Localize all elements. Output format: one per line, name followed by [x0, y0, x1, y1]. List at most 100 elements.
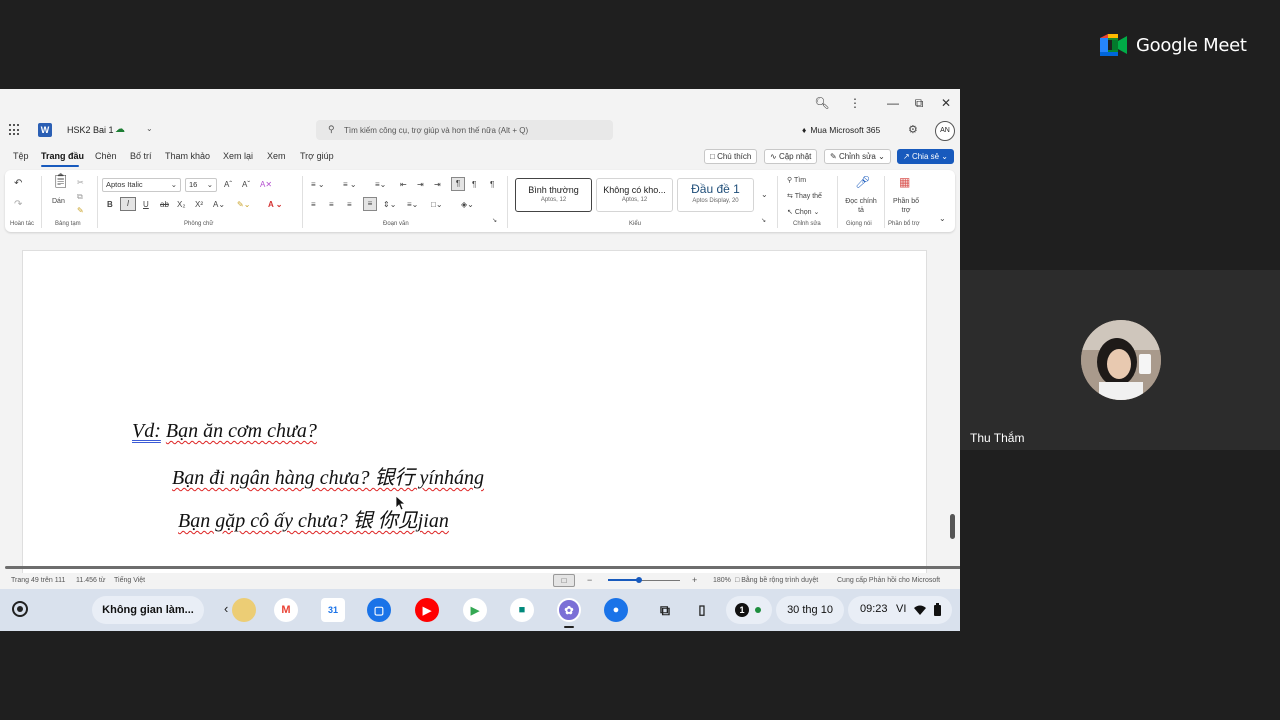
rtl-icon[interactable]: ¶	[472, 180, 476, 190]
format-painter-icon[interactable]: ✎	[77, 206, 84, 216]
desk-button[interactable]: Không gian làm...	[92, 596, 204, 624]
show-marks-icon[interactable]: ¶	[451, 177, 465, 191]
document-page[interactable]: Vd: Bạn ăn cơm chưa? Bạn đi ngân hàng ch…	[22, 250, 927, 580]
copy-icon[interactable]: ⧉	[77, 192, 83, 202]
tab-layout[interactable]: Bố trí	[130, 151, 152, 161]
style-normal[interactable]: Bình thường Aptos, 12	[515, 178, 592, 212]
meet-app-icon[interactable]: ■	[510, 598, 534, 622]
ribbon-collapse-icon[interactable]: ⌄	[939, 214, 946, 224]
align-center-icon[interactable]: ≡	[329, 200, 334, 210]
gear-icon[interactable]: ⚙	[908, 123, 918, 136]
buy-m365-button[interactable]: ♦ Mua Microsoft 365	[802, 125, 880, 135]
document-title[interactable]: HSK2 Bai 1	[67, 125, 114, 135]
tab-insert[interactable]: Chèn	[95, 151, 117, 161]
font-name-select[interactable]: Aptos Italic ⌄	[102, 178, 181, 192]
tab-home[interactable]: Trang đầu	[41, 151, 84, 161]
screen-capture-icon[interactable]: ⧉	[653, 598, 677, 622]
feedback-link[interactable]: Cung cấp Phản hồi cho Microsoft	[837, 577, 940, 584]
more-options-icon[interactable]: ⋮	[847, 95, 863, 111]
horizontal-scrollbar[interactable]	[5, 566, 960, 569]
tab-references[interactable]: Tham khảo	[165, 151, 210, 161]
search-input[interactable]	[344, 122, 604, 138]
minimize-icon[interactable]: —	[885, 95, 901, 111]
strikethrough-icon[interactable]: ab	[160, 200, 169, 210]
calendar-icon[interactable]: 31	[321, 598, 345, 622]
bold-icon[interactable]: B	[107, 200, 113, 210]
addins-icon[interactable]: ▦	[899, 176, 910, 188]
chrome-icon[interactable]	[232, 598, 256, 622]
subscript-icon[interactable]: X₂	[177, 200, 185, 210]
app-launcher-icon[interactable]	[9, 124, 21, 136]
gmail-icon[interactable]: M	[274, 598, 298, 622]
grow-font-icon[interactable]: Aˆ	[224, 180, 232, 190]
highlight-icon[interactable]: ✎⌄	[237, 200, 250, 210]
styles-launcher-icon[interactable]: ↘	[761, 216, 766, 226]
find-button[interactable]: ⚲ Tìm	[787, 176, 806, 186]
numbering-icon[interactable]: ≡ ⌄	[343, 180, 357, 190]
close-icon[interactable]: ✕	[938, 95, 954, 111]
zoom-in-icon[interactable]: +	[692, 575, 697, 585]
editing-mode-button[interactable]: ✎ Chỉnh sửa ⌄	[824, 149, 891, 164]
zoom-out-icon[interactable]: −	[587, 575, 592, 585]
files-icon[interactable]: ▢	[367, 598, 391, 622]
paragraph-launcher-icon[interactable]: ↘	[492, 216, 497, 226]
tab-help[interactable]: Trợ giúp	[300, 151, 334, 161]
underline-icon[interactable]: U	[143, 200, 149, 210]
fit-width-button[interactable]: □ Bằng bề rộng trình duyệt	[735, 577, 818, 584]
document-line-3[interactable]: Bạn gặp cô ấy chưa? 银 你见jian	[178, 504, 449, 533]
catchup-button[interactable]: ∿ Cập nhật	[764, 149, 818, 164]
account-avatar[interactable]: AN	[935, 121, 955, 141]
language-status[interactable]: Tiếng Việt	[114, 577, 145, 584]
superscript-icon[interactable]: X²	[195, 200, 203, 210]
justify-icon[interactable]: ≡	[363, 197, 377, 211]
tab-file[interactable]: Tệp	[13, 151, 29, 161]
dictate-label[interactable]: Đọc chính tả	[843, 197, 879, 215]
paragraph-spacing-icon[interactable]: ≡⌄	[407, 200, 418, 210]
bullets-icon[interactable]: ≡ ⌄	[311, 180, 325, 190]
launcher-icon[interactable]	[12, 601, 28, 617]
word-count[interactable]: 11.456 từ	[76, 577, 105, 584]
zoom-icon[interactable]: 🔍︎	[814, 95, 830, 111]
tab-view[interactable]: Xem	[267, 151, 286, 161]
microphone-icon[interactable]: 🎤︎	[855, 176, 870, 188]
styles-more-icon[interactable]: ⌄	[761, 190, 768, 200]
text-effects-icon[interactable]: A⌄	[213, 200, 225, 210]
vertical-scrollbar[interactable]	[950, 514, 955, 539]
select-button[interactable]: ↖ Chọn ⌄	[787, 208, 819, 218]
shading-icon[interactable]: ◈⌄	[461, 200, 474, 210]
undo-icon[interactable]: ↶	[14, 179, 22, 189]
search-box[interactable]: ⚲	[316, 120, 613, 140]
restore-icon[interactable]: ⧉	[911, 95, 927, 111]
paste-label[interactable]: Dán	[52, 197, 65, 207]
align-left-icon[interactable]: ≡	[311, 200, 316, 210]
redo-icon[interactable]: ↷	[14, 200, 22, 210]
font-size-select[interactable]: 16 ⌄	[185, 178, 217, 192]
zoom-level[interactable]: 180%	[713, 577, 731, 584]
decrease-indent-icon[interactable]: ⇤	[400, 180, 407, 190]
style-heading1[interactable]: Đầu đề 1 Aptos Display, 20	[677, 178, 754, 212]
youtube-icon[interactable]: ▶	[415, 598, 439, 622]
copilot-icon[interactable]: ✿	[557, 598, 581, 622]
document-line-1[interactable]: Vd: Bạn ăn cơm chưa?	[132, 420, 317, 443]
cut-icon[interactable]: ✂	[77, 178, 84, 188]
page-view-icon[interactable]: □	[553, 574, 575, 587]
ltr-icon[interactable]: ⇥	[434, 180, 441, 190]
italic-icon[interactable]: I	[120, 197, 136, 211]
phone-hub-icon[interactable]: ▯	[690, 598, 714, 622]
share-button[interactable]: ↗ Chia sẻ ⌄	[897, 149, 954, 164]
pilcrow-icon[interactable]: ¶	[490, 180, 494, 190]
notification-pill[interactable]: 1	[726, 596, 772, 624]
page-count[interactable]: Trang 49 trên 111	[11, 577, 65, 584]
style-no-spacing[interactable]: Không có kho... Aptos, 12	[596, 178, 673, 212]
tab-review[interactable]: Xem lại	[223, 151, 253, 161]
play-store-icon[interactable]: ▶	[463, 598, 487, 622]
date-button[interactable]: 30 thg 10	[776, 596, 844, 624]
participant-tile[interactable]: Thu Thắm	[960, 270, 1280, 450]
clear-formatting-icon[interactable]: A✕	[260, 180, 272, 190]
borders-icon[interactable]: □⌄	[431, 200, 443, 210]
chevron-left-icon[interactable]: ‹	[224, 601, 228, 616]
font-color-icon[interactable]: A ⌄	[268, 200, 282, 210]
messages-icon[interactable]: ●	[604, 598, 628, 622]
line-spacing-icon[interactable]: ⇕⌄	[383, 200, 396, 210]
document-line-2[interactable]: Bạn đi ngân hàng chưa? 银行 yínháng	[172, 461, 484, 490]
